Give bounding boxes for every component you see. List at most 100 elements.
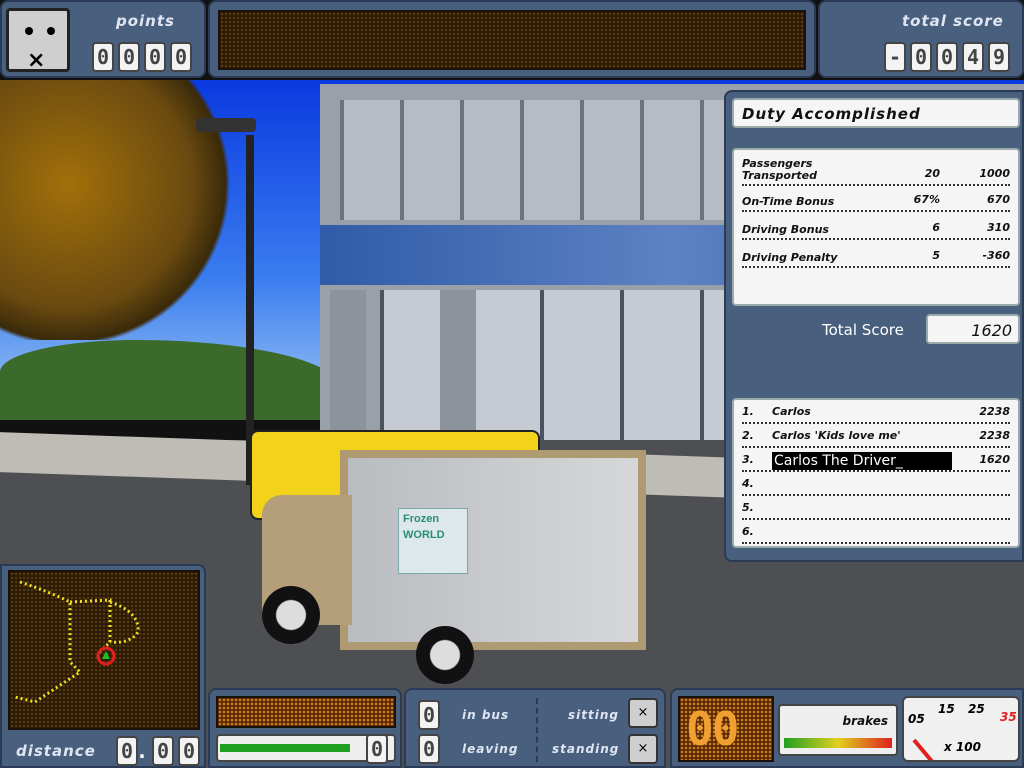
highscore-row: 4.	[742, 472, 1010, 496]
speedometer-tick: 35	[1000, 710, 1017, 724]
street-lamp-head	[196, 118, 256, 132]
message-led-display	[218, 10, 806, 70]
results-title-box: Duty Accomplished	[732, 98, 1020, 128]
total-score-counter: -0049	[884, 42, 1014, 72]
speedometer-tick: 25	[968, 702, 985, 716]
driver-mood-face-icon: ×	[6, 8, 70, 72]
in-bus-label: in bus	[462, 708, 510, 722]
highscore-table: 1. Carlos 2238 2. Carlos 'Kids love me' …	[732, 398, 1020, 548]
points-label: points	[116, 12, 175, 30]
highscore-row: 2. Carlos 'Kids love me' 2238	[742, 424, 1010, 448]
passenger-divider	[536, 698, 538, 762]
results-row-label: Driving Bonus	[742, 223, 829, 236]
results-row-label: Driving Penalty	[742, 251, 838, 264]
truck-logo-line2: WORLD	[403, 529, 445, 541]
results-row-points: 670	[987, 193, 1010, 206]
highscore-rank: 6.	[742, 525, 754, 538]
distance-label: distance	[16, 742, 96, 760]
distance-digit: 0	[116, 736, 138, 766]
total-score-value: 1620	[971, 321, 1012, 340]
speedometer-needle	[912, 738, 934, 760]
highscore-score: 1620	[979, 453, 1010, 466]
speed-bar-fill	[220, 744, 350, 752]
ticket-panel: 0	[208, 688, 402, 768]
highscore-row: 6.	[742, 520, 1010, 544]
results-row-label: On-Time Bonus	[742, 195, 835, 208]
results-row-points: 1000	[979, 167, 1010, 180]
ticket-led-display	[216, 696, 396, 728]
results-row: Driving Bonus 6 310	[742, 214, 1010, 240]
brakes-scale	[784, 738, 892, 748]
results-row-count: 67%	[913, 193, 940, 206]
speedometer-unit: x 100	[944, 740, 981, 754]
distance-decimal-point: .	[136, 739, 149, 763]
total-score-digit: 0	[910, 42, 932, 72]
speedometer-tick: 15	[938, 702, 955, 716]
gear-value: 00	[686, 702, 739, 756]
brakes-gauge: brakes	[778, 704, 898, 756]
points-digit: 0	[92, 42, 114, 72]
gear-led-display: 00	[678, 696, 774, 762]
results-panel: Duty Accomplished Passengers Transported…	[724, 90, 1024, 562]
speed-bar: 0	[216, 734, 396, 764]
total-score-panel: total score -0049	[818, 0, 1024, 78]
total-score-row-label: Total Score	[822, 321, 904, 339]
results-row: Passengers Transported 20 1000	[742, 154, 1010, 186]
points-counter: 0000	[92, 42, 196, 72]
highscore-rank: 1.	[742, 405, 754, 418]
results-row-label: Passengers Transported	[742, 157, 817, 182]
total-score-digit: 0	[936, 42, 958, 72]
sitting-label: sitting	[568, 708, 619, 722]
highscore-name-input[interactable]: Carlos The Driver_	[772, 452, 952, 470]
distance-digit: 0	[152, 736, 174, 766]
results-row: Driving Penalty 5 -360	[742, 242, 1010, 268]
leaving-count: 0	[418, 734, 440, 764]
speed-bar-value: 0	[366, 734, 388, 764]
truck-logo-line1: Frozen	[403, 513, 440, 525]
results-row-points: -360	[982, 249, 1010, 262]
highscore-rank: 2.	[742, 429, 754, 442]
highscore-rank: 4.	[742, 477, 754, 490]
highscore-score: 2238	[979, 405, 1010, 418]
map-panel: distance 0.00	[0, 564, 206, 768]
highscore-row: 3. Carlos The Driver_ 1620	[742, 448, 1010, 472]
total-score-digit: -	[884, 42, 906, 72]
highscore-score: 2238	[979, 429, 1010, 442]
distance-digit: 0	[178, 736, 200, 766]
standing-face-icon: ×	[628, 734, 658, 764]
total-score-label: total score	[902, 12, 1004, 30]
message-panel	[208, 0, 816, 78]
results-breakdown: Passengers Transported 20 1000 On-Time B…	[732, 148, 1020, 306]
truck-wheel	[416, 626, 474, 684]
highscore-row: 1. Carlos 2238	[742, 400, 1010, 424]
points-digit: 0	[170, 42, 192, 72]
points-panel: × points 0000	[0, 0, 206, 78]
speedometer-tick: 05	[908, 712, 925, 726]
in-bus-count: 0	[418, 700, 440, 730]
results-row-count: 20	[924, 167, 940, 180]
points-digit: 0	[144, 42, 166, 72]
truck-logo: Frozen WORLD	[398, 508, 468, 574]
delivery-truck-box	[340, 450, 646, 650]
total-score-digit: 4	[962, 42, 984, 72]
minimap-route	[14, 580, 140, 704]
results-row-count: 6	[932, 221, 940, 234]
results-row-points: 310	[987, 221, 1010, 234]
instrument-panel: 00 brakes 05 15 25 35 x 100	[670, 688, 1024, 768]
building-pillar	[440, 290, 476, 450]
highscore-name: Carlos	[772, 405, 811, 418]
passenger-panel: 0 in bus 0 leaving sitting × standing ×	[404, 688, 666, 768]
results-row: On-Time Bonus 67% 670	[742, 186, 1010, 212]
total-score-digit: 9	[988, 42, 1010, 72]
brakes-label: brakes	[842, 714, 888, 728]
minimap[interactable]	[8, 570, 200, 730]
highscore-rank: 5.	[742, 501, 754, 514]
speedometer: 05 15 25 35 x 100	[902, 696, 1020, 762]
sitting-face-icon: ×	[628, 698, 658, 728]
distance-counter: 0.00	[116, 736, 204, 768]
points-digit: 0	[118, 42, 140, 72]
highscore-row: 5.	[742, 496, 1010, 520]
building-pillar	[330, 290, 366, 450]
total-score-value-box: 1620	[926, 314, 1020, 344]
highscore-rank: 3.	[742, 453, 754, 466]
